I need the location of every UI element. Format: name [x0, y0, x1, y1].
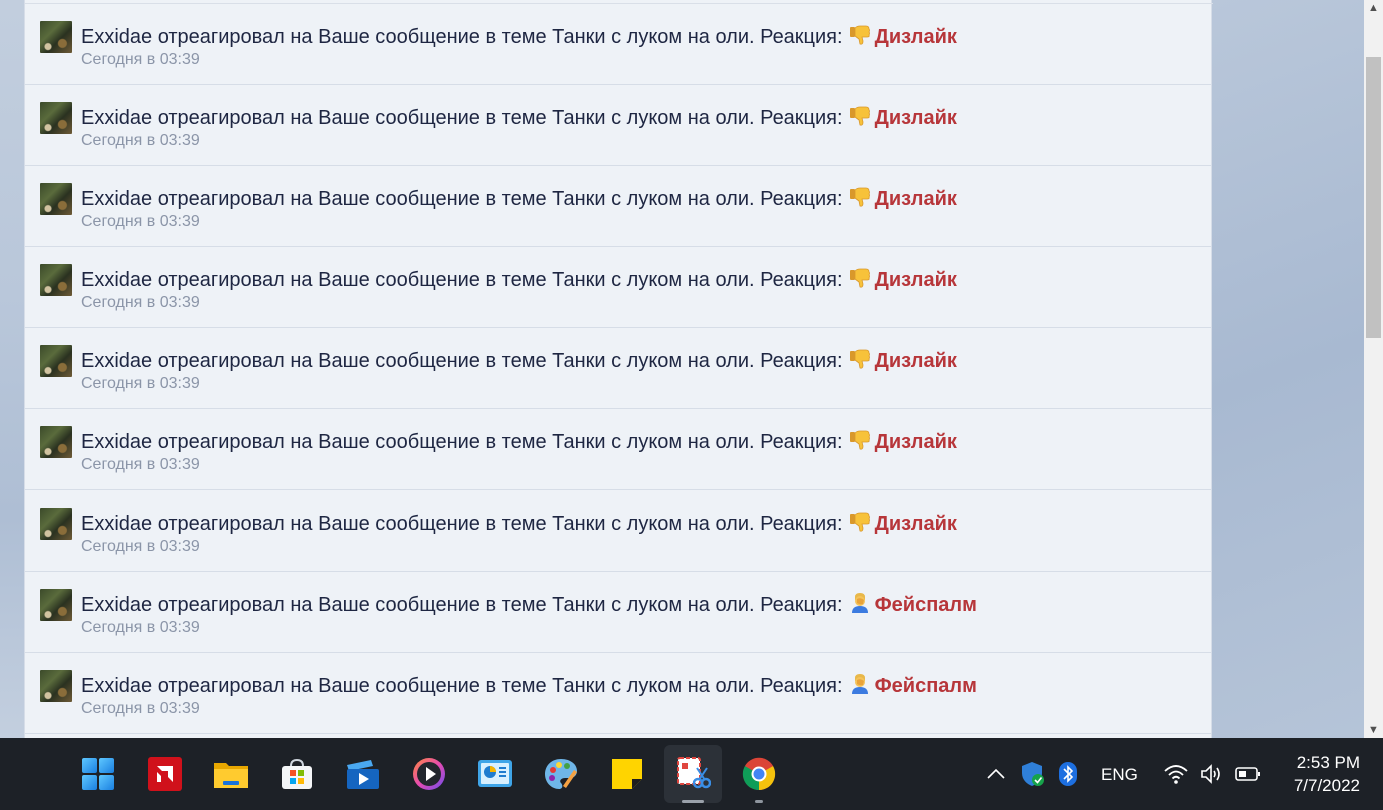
alert-row[interactable]: Exxidae отреагировал на Ваше сообщение в… — [25, 491, 1211, 572]
alert-message[interactable]: Exxidae отреагировал на Ваше сообщение в… — [81, 511, 957, 535]
alert-message-text: Exxidae отреагировал на Ваше сообщение в… — [81, 26, 843, 48]
reaction-link[interactable]: Дизлайк — [875, 513, 957, 535]
user-avatar[interactable] — [40, 264, 72, 296]
reaction-link[interactable]: Дизлайк — [875, 107, 957, 129]
amd-software-icon[interactable] — [147, 756, 183, 792]
thumbs-down-icon — [849, 267, 871, 289]
running-app-indicator — [755, 800, 763, 803]
paint-icon[interactable] — [543, 756, 579, 792]
alert-message[interactable]: Exxidae отреагировал на Ваше сообщение в… — [81, 429, 957, 453]
reaction-link[interactable]: Дизлайк — [875, 269, 957, 291]
alert-timestamp[interactable]: Сегодня в 03:39 — [81, 456, 200, 474]
thumbs-down-icon — [849, 348, 871, 370]
alert-timestamp[interactable]: Сегодня в 03:39 — [81, 538, 200, 556]
control-panel-icon[interactable] — [477, 756, 513, 792]
thumbs-down-icon — [849, 429, 871, 451]
alert-timestamp[interactable]: Сегодня в 03:39 — [81, 132, 200, 150]
volume-icon[interactable] — [1198, 756, 1224, 792]
reaction-link[interactable]: Дизлайк — [875, 350, 957, 372]
user-avatar[interactable] — [40, 21, 72, 53]
alert-message[interactable]: Exxidae отреагировал на Ваше сообщение в… — [81, 24, 957, 48]
alert-message[interactable]: Exxidae отреагировал на Ваше сообщение в… — [81, 673, 977, 697]
alert-message[interactable]: Exxidae отреагировал на Ваше сообщение в… — [81, 186, 957, 210]
user-avatar[interactable] — [40, 508, 72, 540]
movies-tv-icon[interactable] — [345, 756, 381, 792]
thumbs-down-icon — [849, 105, 871, 127]
facepalm-icon — [849, 673, 871, 695]
media-player-icon[interactable] — [411, 756, 447, 792]
alert-row[interactable]: Exxidae отреагировал на Ваше сообщение в… — [25, 409, 1211, 490]
alert-timestamp[interactable]: Сегодня в 03:39 — [81, 51, 200, 69]
reaction-link[interactable]: Фейспалм — [875, 594, 977, 616]
alert-row[interactable]: Exxidae отреагировал на Ваше сообщение в… — [25, 653, 1211, 734]
scroll-up-arrow-icon[interactable]: ▲ — [1364, 0, 1383, 16]
alert-message-text: Exxidae отреагировал на Ваше сообщение в… — [81, 350, 843, 372]
user-avatar[interactable] — [40, 102, 72, 134]
battery-icon[interactable] — [1234, 756, 1262, 792]
thumbs-down-icon — [849, 186, 871, 208]
alert-message[interactable]: Exxidae отреагировал на Ваше сообщение в… — [81, 105, 957, 129]
clock-date[interactable]: 7/7/2022 — [1294, 776, 1360, 796]
scroll-down-arrow-icon[interactable]: ▼ — [1364, 722, 1383, 738]
alert-message-text: Exxidae отреагировал на Ваше сообщение в… — [81, 107, 843, 129]
thumbs-down-icon — [849, 24, 871, 46]
alert-timestamp[interactable]: Сегодня в 03:39 — [81, 619, 200, 637]
vertical-scrollbar[interactable]: ▲ ▼ — [1364, 0, 1383, 738]
input-language-indicator[interactable]: ENG — [1101, 765, 1138, 785]
alert-row[interactable]: Exxidae отреагировал на Ваше сообщение в… — [25, 4, 1211, 85]
alerts-panel: Exxidae отреагировал на Ваше сообщение в… — [24, 0, 1213, 738]
show-hidden-icons-chevron-icon[interactable] — [985, 756, 1007, 792]
windows-start-icon[interactable] — [80, 756, 116, 792]
microsoft-store-icon[interactable] — [279, 756, 315, 792]
taskbar: ENG 2:53 PM 7/7/2022 — [0, 738, 1383, 810]
alert-timestamp[interactable]: Сегодня в 03:39 — [81, 700, 200, 718]
alert-message-text: Exxidae отреагировал на Ваше сообщение в… — [81, 431, 843, 453]
alert-message-text: Exxidae отреагировал на Ваше сообщение в… — [81, 188, 843, 210]
page-background-right — [1212, 0, 1364, 738]
user-avatar[interactable] — [40, 670, 72, 702]
alert-row[interactable]: Exxidae отреагировал на Ваше сообщение в… — [25, 328, 1211, 409]
alert-message-text: Exxidae отреагировал на Ваше сообщение в… — [81, 675, 843, 697]
alert-timestamp[interactable]: Сегодня в 03:39 — [81, 375, 200, 393]
wifi-icon[interactable] — [1163, 756, 1189, 792]
reaction-link[interactable]: Фейспалм — [875, 675, 977, 697]
alert-message[interactable]: Exxidae отреагировал на Ваше сообщение в… — [81, 267, 957, 291]
user-avatar[interactable] — [40, 426, 72, 458]
thumbs-down-icon — [849, 511, 871, 533]
windows-security-icon[interactable] — [1019, 756, 1047, 792]
alert-message-text: Exxidae отреагировал на Ваше сообщение в… — [81, 513, 843, 535]
alert-row[interactable]: Exxidae отреагировал на Ваше сообщение в… — [25, 247, 1211, 328]
alert-row[interactable]: Exxidae отреагировал на Ваше сообщение в… — [25, 85, 1211, 166]
user-avatar[interactable] — [40, 183, 72, 215]
chrome-icon[interactable] — [741, 756, 777, 792]
alert-timestamp[interactable]: Сегодня в 03:39 — [81, 294, 200, 312]
alert-row[interactable]: Exxidae отреагировал на Ваше сообщение в… — [25, 166, 1211, 247]
scroll-thumb[interactable] — [1366, 57, 1381, 338]
reaction-link[interactable]: Дизлайк — [875, 26, 957, 48]
alert-message[interactable]: Exxidae отреагировал на Ваше сообщение в… — [81, 348, 957, 372]
alert-timestamp[interactable]: Сегодня в 03:39 — [81, 213, 200, 231]
alert-message[interactable]: Exxidae отреагировал на Ваше сообщение в… — [81, 592, 977, 616]
clock-time[interactable]: 2:53 PM — [1297, 753, 1360, 773]
reaction-link[interactable]: Дизлайк — [875, 431, 957, 453]
reaction-link[interactable]: Дизлайк — [875, 188, 957, 210]
file-explorer-icon[interactable] — [213, 756, 249, 792]
alert-row[interactable]: Exxidae отреагировал на Ваше сообщение в… — [25, 572, 1211, 653]
user-avatar[interactable] — [40, 345, 72, 377]
alert-message-text: Exxidae отреагировал на Ваше сообщение в… — [81, 594, 843, 616]
user-avatar[interactable] — [40, 589, 72, 621]
page-background-left — [0, 0, 24, 738]
sticky-notes-icon[interactable] — [609, 756, 645, 792]
bluetooth-icon[interactable] — [1056, 756, 1080, 792]
facepalm-icon — [849, 592, 871, 614]
alert-message-text: Exxidae отреагировал на Ваше сообщение в… — [81, 269, 843, 291]
snipping-tool-icon[interactable] — [675, 756, 711, 792]
active-app-indicator — [682, 800, 704, 803]
